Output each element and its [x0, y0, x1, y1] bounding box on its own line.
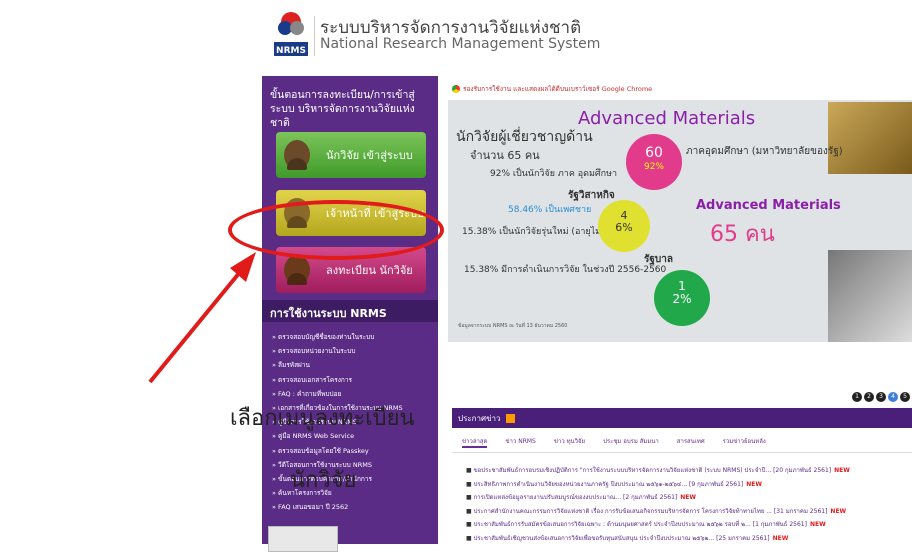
- usage-item[interactable]: » ตรวจสอบข้อมูลโดยใช้ Passkey: [262, 444, 438, 458]
- banner-footnote: ข้อมูลจากระบบ NRMS ณ วันที่ 13 ธันวาคม 2…: [458, 323, 568, 329]
- nrct-logo[interactable]: [268, 526, 338, 552]
- stat-academic-researchers: 92% เป็นนักวิจัย ภาค อุดมศึกษา: [490, 169, 618, 179]
- news-list: ขอประชาสัมพันธ์การอบรมเชิงปฏิบัติการ "กา…: [466, 464, 850, 545]
- usage-item[interactable]: » ตรวจสอบบัญชีชื่อของท่านในระบบ: [262, 330, 438, 344]
- usage-item[interactable]: » ลืมรหัสผ่าน: [262, 358, 438, 372]
- researcher-login-button[interactable]: นักวิจัย เข้าสู่ระบบ: [276, 132, 426, 178]
- new-badge: NEW: [809, 521, 826, 528]
- highlight-ellipse: [228, 200, 444, 260]
- news-tabs: ข่าวล่าสุด ข่าว NRMS ข่าว ทุนวิจัย ประชุ…: [462, 436, 766, 448]
- tab-funding[interactable]: ข่าว ทุนวิจัย: [554, 436, 585, 448]
- expert-title: นักวิจัยผู้เชี่ยวชาญด้าน: [456, 129, 593, 145]
- register-researcher-label: ลงทะเบียน นักวิจัย: [326, 264, 413, 277]
- new-badge: NEW: [772, 534, 789, 542]
- government-circle: 1 2%: [654, 270, 710, 326]
- state-enterprise-circle: 4 6%: [598, 200, 650, 252]
- new-badge: NEW: [834, 467, 850, 474]
- news-item[interactable]: ประชาสัมพันธ์เชิญชวนส่งข้อเสนอการวิจัยเพ…: [466, 532, 850, 546]
- usage-item[interactable]: » ตรวจสอบเอกสารโครงการ: [262, 373, 438, 387]
- pager-dot[interactable]: 3: [876, 392, 886, 402]
- research-banner[interactable]: Advanced Materials นักวิจัยผู้เชี่ยวชาญด…: [448, 100, 912, 342]
- new-badge: NEW: [830, 507, 847, 515]
- tab-events[interactable]: ประชุม อบรม สัมมนา: [603, 436, 659, 448]
- news-divider: [452, 452, 912, 453]
- academia-label: ภาคอุดมศึกษา (มหาวิทยาลัยของรัฐ): [686, 146, 843, 157]
- usage-item[interactable]: » FAQ เสนอขอมา ปี 2562: [262, 500, 438, 514]
- banner-pager: 1 2 3 4 5: [852, 392, 910, 402]
- header-divider: [314, 16, 315, 56]
- chrome-icon: [452, 85, 460, 93]
- usage-item[interactable]: » FAQ : คำถามที่พบบ่อย: [262, 387, 438, 401]
- pager-dot-active[interactable]: 4: [888, 392, 898, 402]
- stat-research-period: 15.38% มีการดำเนินการวิจัย ในช่วงปี 2556…: [464, 265, 667, 275]
- sidebar-heading: ขั้นตอนการลงทะเบียน/การเข้าสู่ระบบ บริหา…: [270, 89, 415, 129]
- pager-dot[interactable]: 1: [852, 392, 862, 402]
- tab-nrms[interactable]: ข่าว NRMS: [505, 436, 535, 448]
- logo-text: NRMS: [276, 46, 306, 56]
- new-badge: NEW: [680, 494, 696, 501]
- researcher-login-label: นักวิจัย เข้าสู่ระบบ: [326, 149, 413, 162]
- academia-circle: 60 92%: [626, 134, 682, 190]
- banner-title: Advanced Materials: [578, 108, 756, 129]
- site-title-en: National Research Management System: [320, 36, 601, 52]
- rss-icon[interactable]: [506, 414, 516, 423]
- callout-text-line2: นักวิจัย: [290, 468, 357, 493]
- tab-info[interactable]: สารสนเทศ: [677, 436, 705, 448]
- pager-dot[interactable]: 5: [900, 392, 910, 402]
- usage-heading: การใช้งานระบบ NRMS: [262, 300, 438, 322]
- news-item[interactable]: ขอประชาสัมพันธ์การอบรมเชิงปฏิบัติการ "กา…: [466, 464, 850, 478]
- site-header: NRMS ระบบบริหารจัดการงานวิจัยแห่งชาติ Na…: [262, 0, 912, 74]
- tab-archive[interactable]: รวมข่าวย้อนหลัง: [723, 436, 766, 448]
- stat-male: 58.46% เป็นเพศชาย: [508, 205, 592, 215]
- callout-text-line1: เลือกเมนูลงทะเบียน: [230, 406, 415, 431]
- pager-dot[interactable]: 2: [864, 392, 874, 402]
- usage-item[interactable]: » ตรวจสอบหน่วยงานในระบบ: [262, 344, 438, 358]
- banner-count: 65 คน: [710, 222, 775, 247]
- tab-latest[interactable]: ข่าวล่าสุด: [462, 436, 488, 448]
- hard-disk-image: [828, 250, 912, 342]
- news-heading: ประกาศข่าว: [452, 408, 912, 428]
- news-item[interactable]: การเปิดแหล่งข้อมูลรายงานปรับสมบูรณ์ของงบ…: [466, 491, 850, 505]
- state-enterprise-label: รัฐวิสาหกิจ: [568, 190, 615, 201]
- banner-subtitle: Advanced Materials: [696, 198, 841, 213]
- government-label: รัฐบาล: [644, 254, 673, 265]
- cpu-chip-image: [828, 102, 912, 174]
- expert-count: จำนวน 65 คน: [470, 149, 540, 162]
- news-item[interactable]: ประชาสัมพันธ์การรับสมัครข้อเสนอการวิจัยเ…: [466, 518, 850, 532]
- researcher-avatar-icon: [284, 140, 310, 170]
- new-badge: NEW: [746, 480, 763, 488]
- nrms-logo[interactable]: NRMS: [272, 8, 310, 58]
- news-item[interactable]: ประสิทธิภาพการดำเนินงานวิจัยของหน่วยงานภ…: [466, 478, 850, 492]
- register-avatar-icon: [284, 255, 310, 285]
- news-item[interactable]: ประกาศสำนักงานคณะกรรมการวิจัยแห่งชาติ เร…: [466, 505, 850, 519]
- browser-support-note: รองรับการใช้งาน และแสดงผลได้ดีบนเบราว์เซ…: [452, 84, 652, 94]
